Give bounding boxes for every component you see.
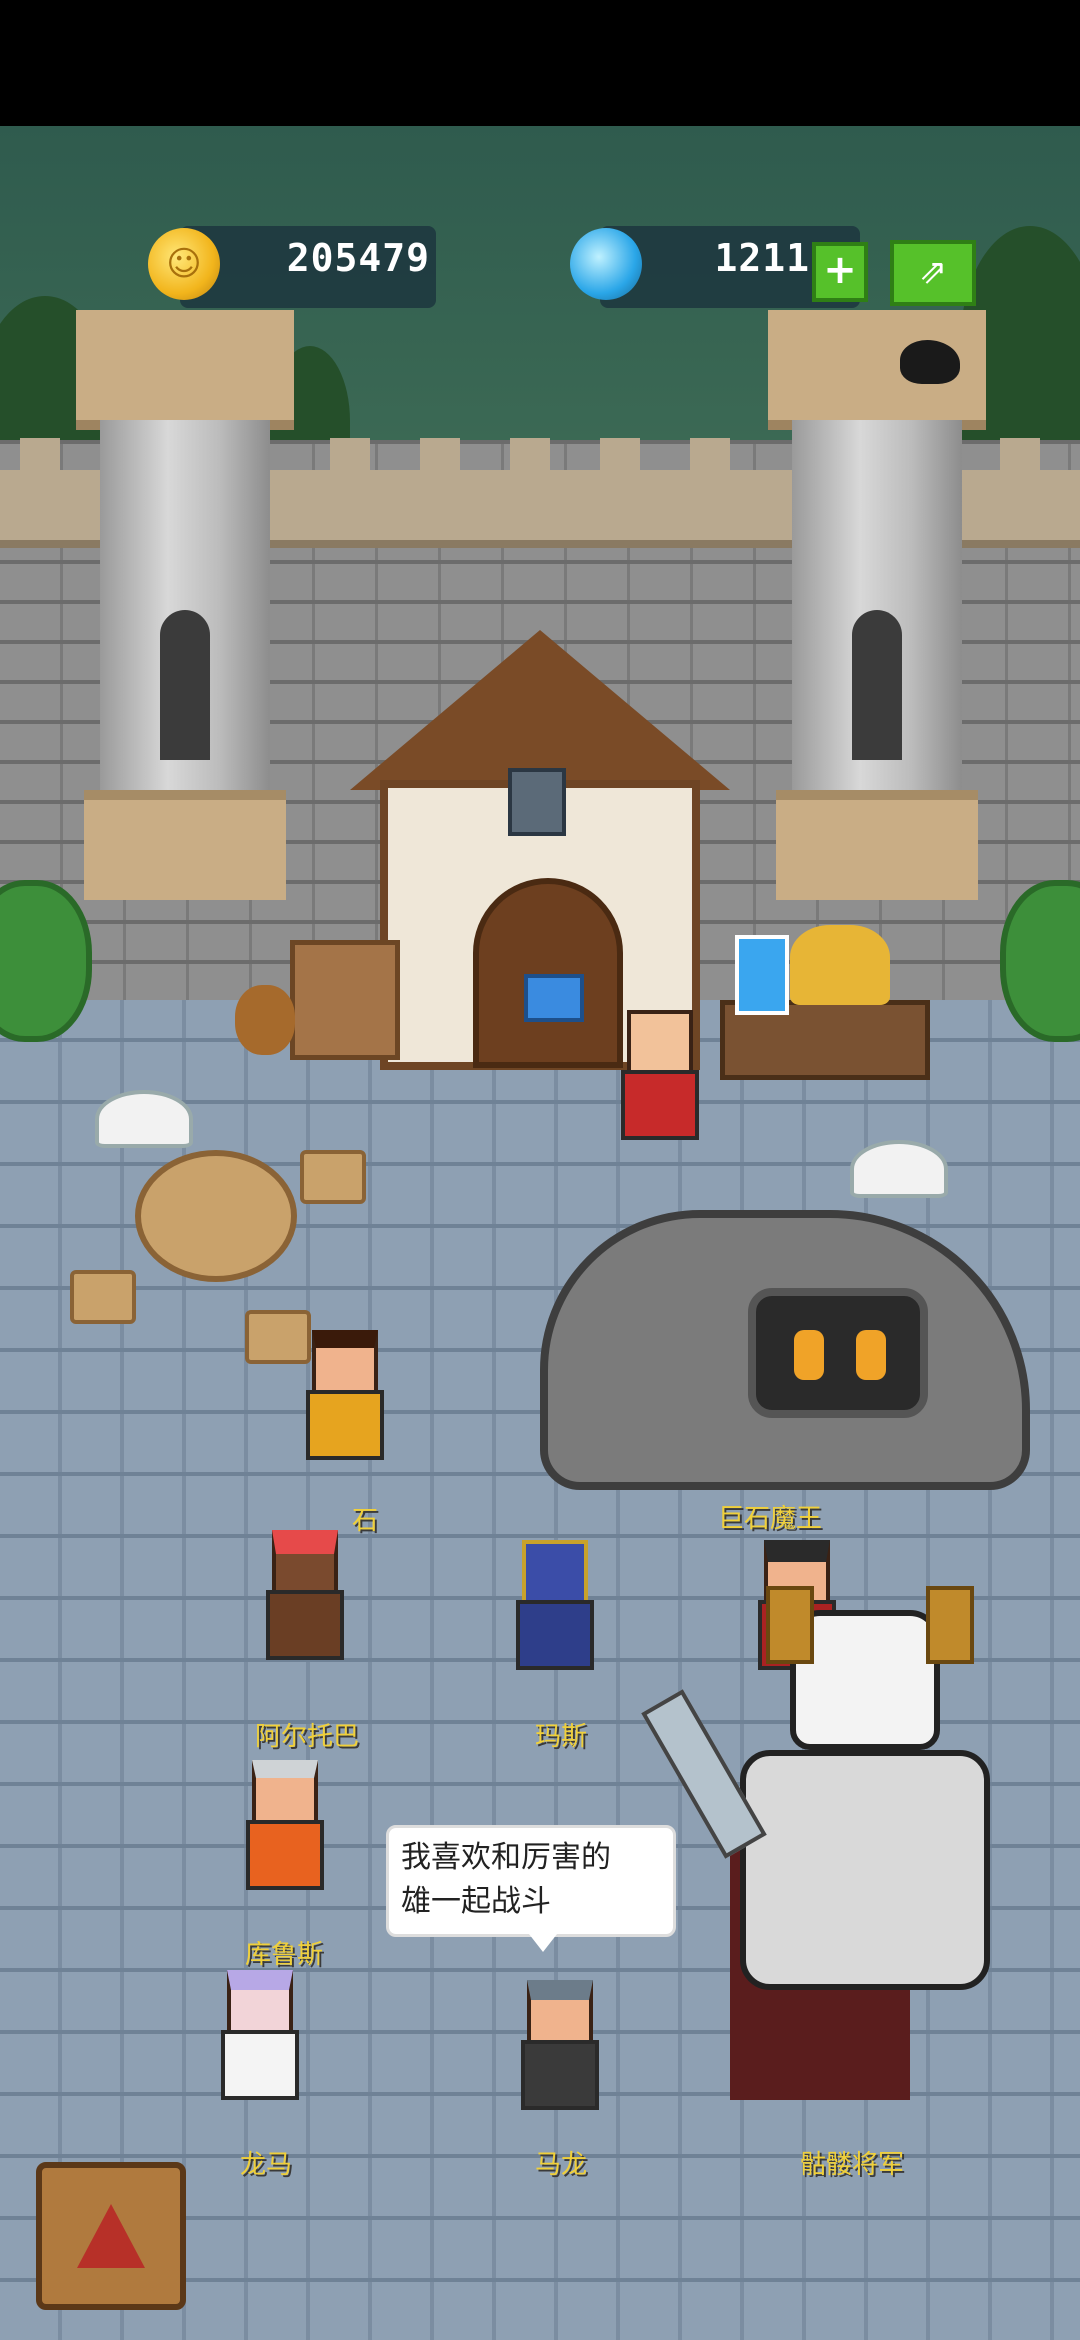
- tower-base: [776, 790, 978, 900]
- hero-name-label: 龙马: [240, 2150, 293, 2180]
- hero-head: [252, 1760, 318, 1824]
- boss-name-skeleton: 骷髅将军: [800, 2150, 905, 2180]
- crenel: [510, 438, 550, 474]
- crenel: [690, 438, 730, 474]
- door-plate: [524, 974, 584, 1022]
- gem-value: 1211: [714, 236, 810, 280]
- stool: [300, 1150, 366, 1204]
- hero-body: [621, 1070, 699, 1140]
- gem-icon: [570, 228, 642, 300]
- hero-horned-girl[interactable]: [215, 1970, 335, 2130]
- boss-ribcage: [740, 1750, 990, 1990]
- crenel: [330, 438, 370, 474]
- hero-head: [227, 1970, 293, 2034]
- tower-shaft: [792, 420, 962, 800]
- tower-window: [852, 610, 902, 760]
- status-bar: [0, 0, 1080, 126]
- horn-icon: [766, 1586, 814, 1664]
- hero-chef[interactable]: [240, 1760, 350, 1920]
- crenel: [1000, 438, 1040, 474]
- coin-face: ☺: [166, 244, 202, 284]
- golem-eye: [856, 1330, 886, 1380]
- hero-knight[interactable]: [510, 1540, 620, 1700]
- hero-cowboy[interactable]: [300, 1330, 400, 1480]
- drink-icon: [735, 935, 789, 1015]
- hero-npc-redhair[interactable]: [615, 1010, 715, 1160]
- horn-icon: [926, 1586, 974, 1664]
- speech-line-1: 我喜欢和厉害的: [401, 1840, 611, 1875]
- speech-tail: [529, 1934, 557, 1952]
- crow-icon: [900, 340, 960, 384]
- pinecone-icon: [235, 985, 295, 1055]
- umbrella-icon: [850, 1140, 948, 1198]
- hero-body: [246, 1820, 324, 1890]
- speech-bubble: 我喜欢和厉害的 雄一起战斗: [386, 1825, 676, 1952]
- hero-body: [221, 2030, 299, 2100]
- hero-body: [266, 1590, 344, 1660]
- tower-top: [76, 310, 294, 430]
- tavern-roof: [350, 630, 730, 790]
- hero-head: [312, 1330, 378, 1394]
- coin-icon: ☺: [148, 228, 220, 300]
- hero-goggles[interactable]: [515, 1980, 615, 2130]
- add-gems-button[interactable]: +: [812, 242, 868, 302]
- crenel: [20, 438, 60, 474]
- tower-shaft: [100, 420, 270, 800]
- umbrella-icon: [95, 1090, 193, 1148]
- boss-skull: [766, 1586, 974, 1750]
- coin-value: 205479: [286, 236, 430, 280]
- tower-window: [160, 610, 210, 760]
- hero-body: [521, 2040, 599, 2110]
- hero-head: [522, 1540, 588, 1604]
- skeleton-general-boss[interactable]: [641, 1586, 1040, 2130]
- round-table: [135, 1150, 297, 1282]
- speech-line-2: 雄一起战斗: [401, 1884, 551, 1919]
- gold-pile-icon: [790, 925, 890, 1005]
- tavern-door[interactable]: [473, 878, 623, 1068]
- crates: [290, 940, 400, 1060]
- hero-feather-chief[interactable]: [260, 1530, 380, 1700]
- hero-head: [272, 1530, 338, 1594]
- stool: [70, 1270, 136, 1324]
- share-icon: ⇗: [918, 252, 948, 292]
- hero-head: [527, 1980, 593, 2044]
- back-button[interactable]: [36, 2162, 186, 2310]
- tavern-building[interactable]: [350, 630, 730, 1070]
- game-screen: 巨石魔王 石 阿尔托巴 玛斯 库鲁斯 龙马 马龙 骷髅将军 我喜欢和厉害的 雄一…: [0, 0, 1080, 2340]
- lantern-icon: [508, 768, 566, 836]
- crenel: [420, 438, 460, 474]
- back-icon: [77, 2204, 145, 2268]
- hero-head: [627, 1010, 693, 1074]
- hero-name-label: 玛斯: [535, 1722, 588, 1752]
- golem-eye: [794, 1330, 824, 1380]
- golem-face: [748, 1288, 928, 1418]
- hero-name-label: 阿尔托巴: [255, 1722, 360, 1752]
- tower-base: [84, 790, 286, 900]
- share-button[interactable]: ⇗: [890, 240, 976, 306]
- hero-name-label: 马龙: [535, 2150, 588, 2180]
- hero-body: [306, 1390, 384, 1460]
- hero-name-label: 库鲁斯: [245, 1940, 324, 1970]
- plus-icon: +: [823, 247, 857, 293]
- hero-body: [516, 1600, 594, 1670]
- boss-name-golem: 巨石魔王: [718, 1504, 823, 1534]
- crenel: [600, 438, 640, 474]
